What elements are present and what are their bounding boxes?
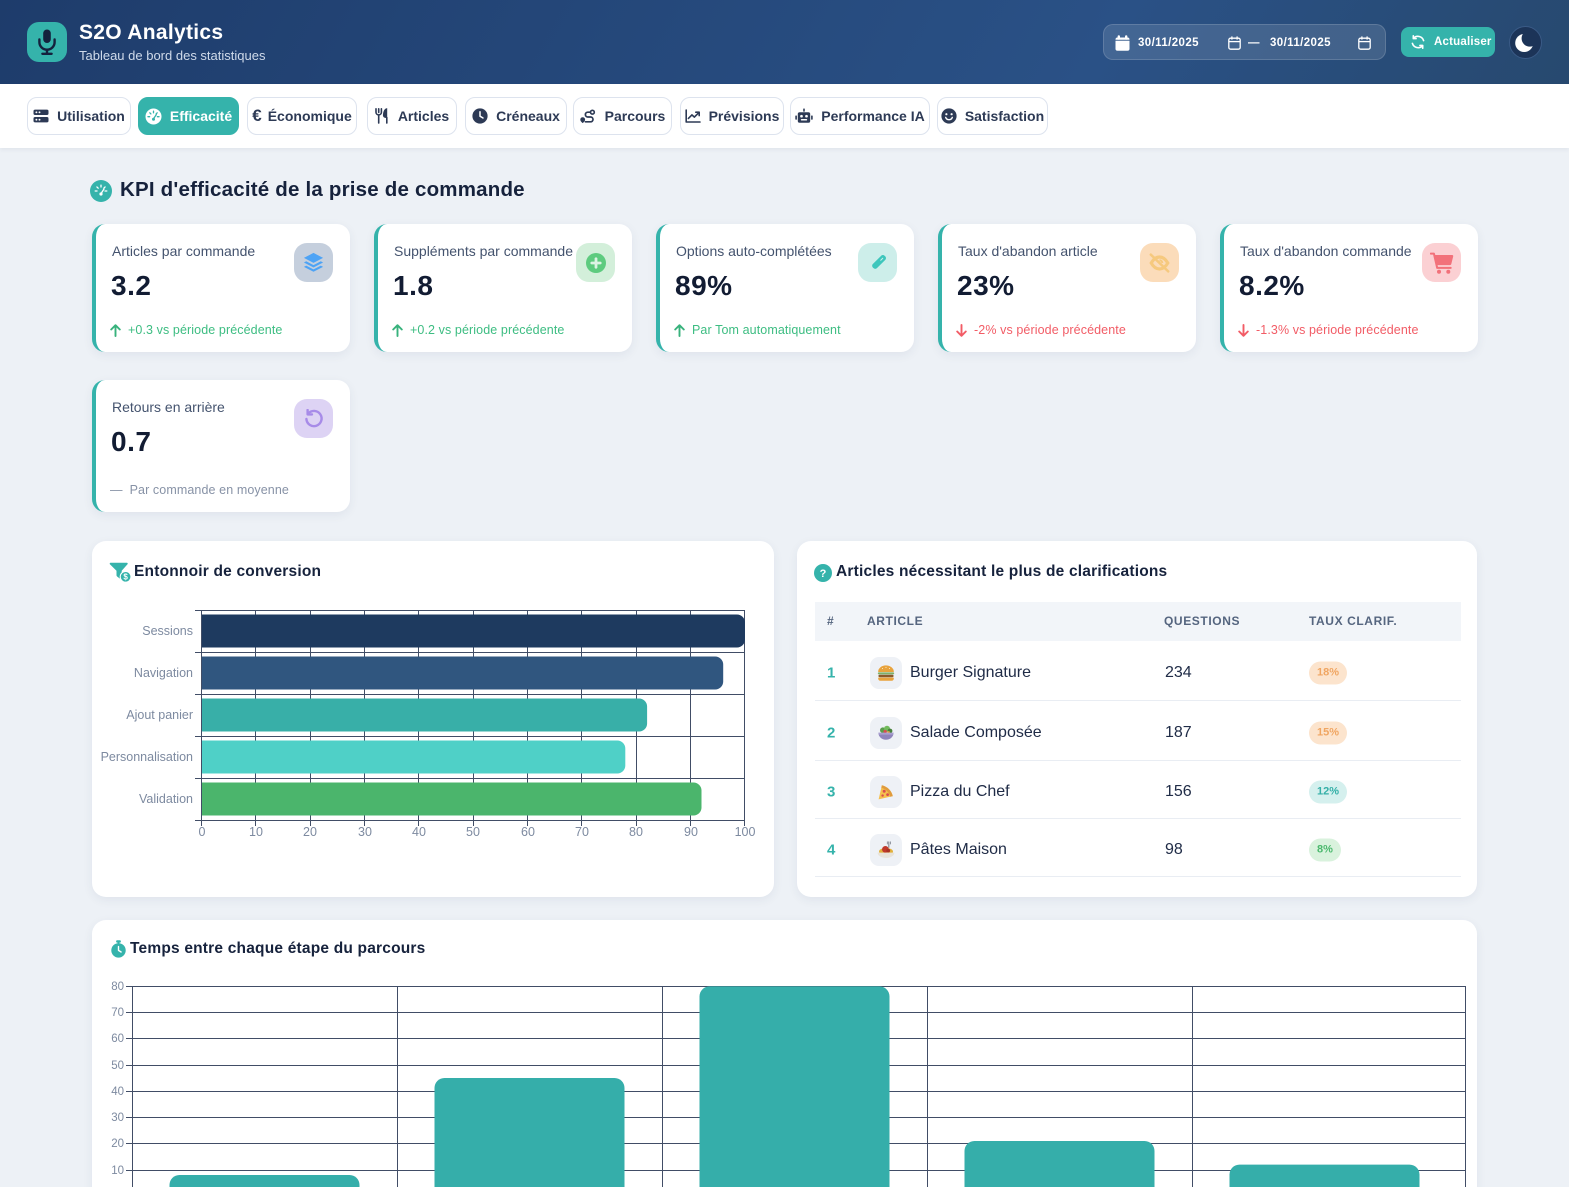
svg-text:80: 80: [629, 825, 643, 839]
svg-text:Personnalisation: Personnalisation: [101, 750, 193, 764]
svg-text:40: 40: [111, 1086, 124, 1098]
svg-text:?: ?: [820, 568, 827, 580]
svg-text:40: 40: [412, 825, 426, 839]
svg-text:70: 70: [111, 1007, 124, 1019]
svg-text:20: 20: [111, 1138, 124, 1150]
svg-text:0: 0: [199, 825, 206, 839]
svg-text:Validation: Validation: [139, 792, 193, 806]
svg-text:100: 100: [735, 825, 756, 839]
svg-text:90: 90: [684, 825, 698, 839]
svg-text:60: 60: [521, 825, 535, 839]
svg-text:30: 30: [358, 825, 372, 839]
svg-text:Sessions: Sessions: [142, 624, 193, 638]
svg-text:50: 50: [466, 825, 480, 839]
svg-text:30: 30: [111, 1112, 124, 1124]
svg-text:Navigation: Navigation: [134, 666, 193, 680]
svg-text:70: 70: [575, 825, 589, 839]
svg-text:10: 10: [111, 1165, 124, 1177]
svg-text:Ajout panier: Ajout panier: [126, 708, 193, 722]
svg-text:50: 50: [111, 1060, 124, 1072]
svg-text:80: 80: [111, 981, 124, 993]
svg-text:10: 10: [249, 825, 263, 839]
svg-text:20: 20: [303, 825, 317, 839]
svg-text:60: 60: [111, 1033, 124, 1045]
